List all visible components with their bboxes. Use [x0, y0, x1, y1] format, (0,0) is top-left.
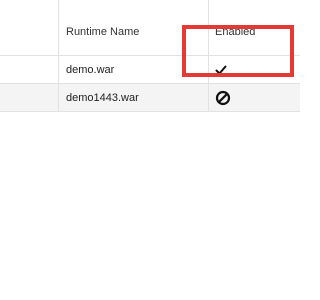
runtime-name-cell: demo.war	[58, 56, 208, 83]
name-cell	[0, 56, 58, 83]
enabled-cell	[208, 56, 300, 83]
disabled-icon	[215, 90, 231, 105]
check-icon	[215, 65, 227, 74]
runtime-name-header-label: Runtime Name	[66, 26, 140, 38]
table-row[interactable]: demo.war	[0, 56, 300, 84]
table-header: Runtime Name Enabled	[0, 0, 300, 56]
deployments-table: Runtime Name Enabled demo.war demo1443.w…	[0, 0, 300, 112]
table-row[interactable]: demo1443.war	[0, 84, 300, 112]
enabled-header-label: Enabled	[215, 26, 256, 38]
column-header-runtime-name[interactable]: Runtime Name	[58, 0, 208, 55]
column-header-enabled[interactable]: Enabled	[208, 0, 300, 55]
enabled-cell	[208, 84, 300, 111]
name-cell	[0, 84, 58, 111]
runtime-name-cell: demo1443.war	[58, 84, 208, 111]
column-header-name[interactable]	[0, 0, 58, 55]
